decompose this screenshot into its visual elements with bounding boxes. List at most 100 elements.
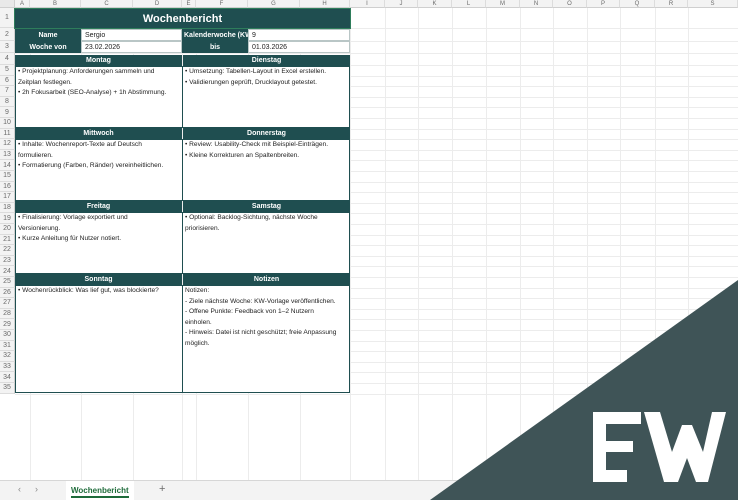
row-header-18[interactable]: 18 (0, 202, 15, 214)
next-sheet-icon[interactable]: › (35, 484, 38, 494)
column-header-i[interactable]: I (350, 0, 385, 8)
week-from-value-cell[interactable]: 23.02.2026 (81, 41, 182, 53)
column-header-b[interactable]: B (30, 0, 81, 8)
column-header-q[interactable]: Q (620, 0, 655, 8)
entry-line: - Offene Punkte: Feedback von 1–2 Nutzer… (185, 308, 314, 326)
week-to-label: bis (182, 41, 248, 53)
row-header-20[interactable]: 20 (0, 224, 15, 235)
row-header-34[interactable]: 34 (0, 372, 15, 383)
row-header-35[interactable]: 35 (0, 383, 15, 394)
freitag-entries: • Finalisierung: Vorlage exportiert und … (16, 213, 130, 245)
freitag-box[interactable]: • Finalisierung: Vorlage exportiert und … (15, 212, 183, 274)
row-header-8[interactable]: 8 (0, 96, 15, 108)
entry-line: • Wochenrückblick: Was lief gut, was blo… (18, 287, 159, 294)
row-header-6[interactable]: 6 (0, 75, 15, 87)
row-header-33[interactable]: 33 (0, 361, 15, 373)
column-header-j[interactable]: J (385, 0, 418, 8)
row-header-3[interactable]: 3 (0, 41, 15, 53)
row-header-4[interactable]: 4 (0, 53, 15, 65)
column-header-c[interactable]: C (81, 0, 133, 8)
montag-entries: • Projektplanung: Anforderungen sammeln … (16, 67, 168, 99)
row-header-28[interactable]: 28 (0, 308, 15, 320)
add-sheet-icon[interactable]: + (159, 483, 165, 495)
column-header-k[interactable]: K (418, 0, 452, 8)
montag-box[interactable]: • Projektplanung: Anforderungen sammeln … (15, 66, 183, 128)
entry-line: • Inhalte: Wochenreport-Texte auf Deutsc… (18, 141, 142, 159)
notizen-box[interactable]: Notizen: - Ziele nächste Woche: KW-Vorlag… (182, 285, 350, 393)
entry-line: Notizen: (185, 287, 210, 294)
samstag-header: Samstag (183, 201, 350, 212)
row-header-7[interactable]: 7 (0, 86, 15, 97)
row-header-31[interactable]: 31 (0, 340, 15, 352)
row-header-26[interactable]: 26 (0, 287, 15, 299)
donnerstag-entries: • Review: Usability-Check mit Beispiel-E… (183, 140, 330, 161)
gridline-horizontal (15, 53, 738, 54)
row-header-11[interactable]: 11 (0, 128, 15, 140)
row-header-22[interactable]: 22 (0, 245, 15, 256)
report-title-cell[interactable]: Wochenbericht (14, 8, 351, 29)
column-header-o[interactable]: O (553, 0, 587, 8)
row-header-16[interactable]: 16 (0, 181, 15, 193)
row-header-23[interactable]: 23 (0, 255, 15, 267)
dienstag-header: Dienstag (183, 55, 350, 66)
freitag-header: Freitag (15, 201, 182, 212)
donnerstag-header: Donnerstag (183, 128, 350, 139)
column-header-p[interactable]: P (587, 0, 620, 8)
select-all-corner[interactable] (0, 0, 15, 8)
column-header-n[interactable]: N (520, 0, 553, 8)
column-header-a[interactable]: A (15, 0, 30, 8)
column-header-r[interactable]: R (655, 0, 688, 8)
row-header-1[interactable]: 1 (0, 8, 15, 28)
gridline-vertical (452, 8, 453, 480)
entry-line: • Validierungen geprüft, Drucklayout get… (185, 78, 317, 86)
gridline-vertical (385, 8, 386, 480)
column-header-f[interactable]: F (196, 0, 248, 8)
column-header-s[interactable]: S (688, 0, 738, 8)
row-header-25[interactable]: 25 (0, 277, 15, 288)
sheet-tab-wochenbericht[interactable]: Wochenbericht (66, 481, 134, 500)
row-header-24[interactable]: 24 (0, 266, 15, 277)
gridline-vertical (350, 8, 351, 480)
entry-line: • 2h Fokusarbeit (SEO-Analyse) + 1h Abst… (18, 89, 167, 96)
row-header-27[interactable]: 27 (0, 298, 15, 309)
row-header-12[interactable]: 12 (0, 139, 15, 150)
sonntag-box[interactable]: • Wochenrückblick: Was lief gut, was blo… (15, 285, 183, 393)
mittwoch-box[interactable]: • Inhalte: Wochenreport-Texte auf Deutsc… (15, 139, 183, 201)
row-header-10[interactable]: 10 (0, 118, 15, 129)
spreadsheet-grid[interactable]: ABCDEFGHIJKLMNOPQRS 1 2 3 4 5 6 7 8 9 10 11 12 13 14 1… (0, 0, 738, 480)
column-header-d[interactable]: D (133, 0, 182, 8)
notizen-entries: Notizen: - Ziele nächste Woche: KW-Vorlag… (183, 286, 338, 349)
row-header-13[interactable]: 13 (0, 149, 15, 161)
entry-line: • Optional: Backlog-Sichtung, nächste Wo… (185, 214, 318, 232)
row-header-9[interactable]: 9 (0, 107, 15, 118)
row-header-30[interactable]: 30 (0, 330, 15, 341)
row-header-29[interactable]: 29 (0, 319, 15, 330)
column-header-g[interactable]: G (248, 0, 300, 8)
column-header-h[interactable]: H (300, 0, 350, 8)
column-header-l[interactable]: L (452, 0, 486, 8)
entry-line: • Kurze Anleitung für Nutzer notiert. (18, 235, 122, 242)
sheet-tab-bar: ‹ › Wochenbericht + (0, 480, 738, 500)
sonntag-entries: • Wochenrückblick: Was lief gut, was blo… (16, 286, 161, 297)
column-header-m[interactable]: M (486, 0, 520, 8)
row-header-14[interactable]: 14 (0, 160, 15, 171)
dienstag-box[interactable]: • Umsetzung: Tabellen-Layout in Excel er… (182, 66, 350, 128)
row-header-2[interactable]: 2 (0, 28, 15, 41)
gridline-vertical (486, 8, 487, 480)
gridline-vertical (620, 8, 621, 480)
samstag-box[interactable]: • Optional: Backlog-Sichtung, nächste Wo… (182, 212, 350, 274)
name-value-cell[interactable]: Sergio (81, 29, 182, 41)
week-to-value-cell[interactable]: 01.03.2026 (248, 41, 350, 53)
gridline-vertical (553, 8, 554, 480)
row-header-32[interactable]: 32 (0, 351, 15, 362)
kw-value-cell[interactable]: 9 (248, 29, 350, 41)
row-header-15[interactable]: 15 (0, 171, 15, 182)
column-header-e[interactable]: E (182, 0, 196, 8)
donnerstag-box[interactable]: • Review: Usability-Check mit Beispiel-E… (182, 139, 350, 201)
row-header-5[interactable]: 5 (0, 65, 15, 76)
prev-sheet-icon[interactable]: ‹ (18, 484, 21, 494)
mittwoch-entries: • Inhalte: Wochenreport-Texte auf Deutsc… (16, 140, 165, 172)
row-header-17[interactable]: 17 (0, 192, 15, 203)
row-header-19[interactable]: 19 (0, 213, 15, 224)
row-header-21[interactable]: 21 (0, 234, 15, 246)
